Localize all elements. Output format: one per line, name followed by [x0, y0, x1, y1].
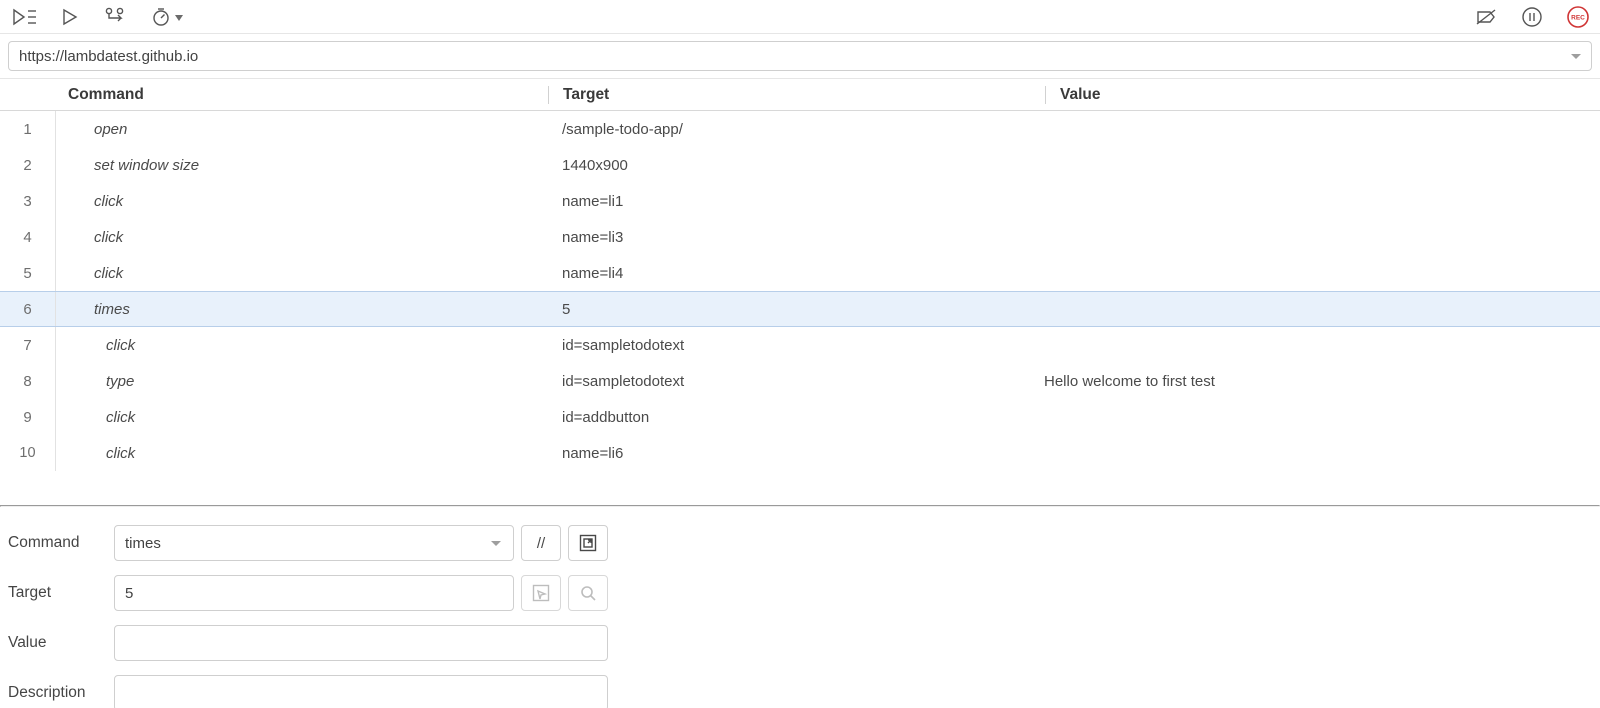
row-number: 9	[0, 399, 56, 435]
record-icon[interactable]: REC	[1566, 5, 1590, 29]
find-target-button[interactable]	[568, 575, 608, 611]
disable-breakpoints-icon[interactable]	[1474, 5, 1498, 29]
row-target: /sample-todo-app/	[548, 121, 1044, 138]
description-input[interactable]	[114, 675, 608, 708]
header-target: Target	[549, 86, 1045, 104]
url-input[interactable]: https://lambdatest.github.io	[8, 41, 1592, 71]
command-row[interactable]: 7clickid=sampletodotext	[0, 327, 1600, 363]
row-command: times	[56, 301, 548, 318]
row-command: type	[56, 373, 548, 390]
select-target-button[interactable]	[521, 575, 561, 611]
chevron-down-icon	[175, 8, 183, 26]
command-select[interactable]: times	[114, 525, 514, 561]
row-target: name=li3	[548, 229, 1044, 246]
step-over-icon[interactable]	[104, 5, 128, 29]
header-command: Command	[56, 86, 548, 104]
header-value: Value	[1046, 86, 1600, 104]
row-command: click	[56, 229, 548, 246]
row-target: id=sampletodotext	[548, 337, 1044, 354]
command-row[interactable]: 1open/sample-todo-app/	[0, 111, 1600, 147]
command-row[interactable]: 6times5	[0, 291, 1600, 327]
row-number: 4	[0, 219, 56, 255]
row-target: 1440x900	[548, 157, 1044, 174]
row-command: click	[56, 337, 548, 354]
row-target: name=li4	[548, 265, 1044, 282]
row-command: click	[56, 265, 548, 282]
label-description: Description	[8, 684, 114, 702]
command-grid[interactable]: 1open/sample-todo-app/2set window size14…	[0, 111, 1600, 505]
speed-icon[interactable]	[150, 5, 184, 29]
command-row[interactable]: 5clickname=li4	[0, 255, 1600, 291]
url-value: https://lambdatest.github.io	[19, 48, 198, 65]
detail-panel: Command times // Target	[0, 507, 1600, 708]
command-row[interactable]: 2set window size1440x900	[0, 147, 1600, 183]
row-target: 5	[548, 301, 1044, 318]
command-row[interactable]: 9clickid=addbutton	[0, 399, 1600, 435]
row-command: click	[56, 193, 548, 210]
open-reference-button[interactable]	[568, 525, 608, 561]
row-number: 6	[0, 292, 56, 326]
value-input[interactable]	[114, 625, 608, 661]
chevron-down-icon	[491, 541, 501, 546]
play-icon[interactable]	[58, 5, 82, 29]
row-number: 8	[0, 363, 56, 399]
command-row[interactable]: 8typeid=sampletodotextHello welcome to f…	[0, 363, 1600, 399]
grid-header: Command Target Value	[0, 79, 1600, 111]
row-target: id=sampletodotext	[548, 373, 1044, 390]
row-number: 1	[0, 111, 56, 147]
label-target: Target	[8, 584, 114, 602]
row-target: name=li6	[548, 445, 1044, 462]
url-bar-row: https://lambdatest.github.io	[0, 34, 1600, 79]
chevron-down-icon[interactable]	[1571, 54, 1581, 59]
row-number: 2	[0, 147, 56, 183]
run-all-icon[interactable]	[12, 5, 36, 29]
row-command: open	[56, 121, 548, 138]
toggle-comment-button[interactable]: //	[521, 525, 561, 561]
row-target: name=li1	[548, 193, 1044, 210]
toolbar: REC	[0, 0, 1600, 34]
label-value: Value	[8, 634, 114, 652]
target-input[interactable]	[114, 575, 514, 611]
row-target: id=addbutton	[548, 409, 1044, 426]
row-number: 3	[0, 183, 56, 219]
row-command: click	[56, 409, 548, 426]
row-command: click	[56, 445, 548, 462]
command-row[interactable]: 4clickname=li3	[0, 219, 1600, 255]
row-number: 7	[0, 327, 56, 363]
row-command: set window size	[56, 157, 548, 174]
command-row[interactable]: 10clickname=li6	[0, 435, 1600, 471]
pause-icon[interactable]	[1520, 5, 1544, 29]
row-number: 10	[0, 435, 56, 471]
svg-text:REC: REC	[1571, 14, 1585, 21]
row-number: 5	[0, 255, 56, 291]
row-value: Hello welcome to first test	[1044, 373, 1600, 390]
label-command: Command	[8, 534, 114, 552]
command-row[interactable]: 3clickname=li1	[0, 183, 1600, 219]
